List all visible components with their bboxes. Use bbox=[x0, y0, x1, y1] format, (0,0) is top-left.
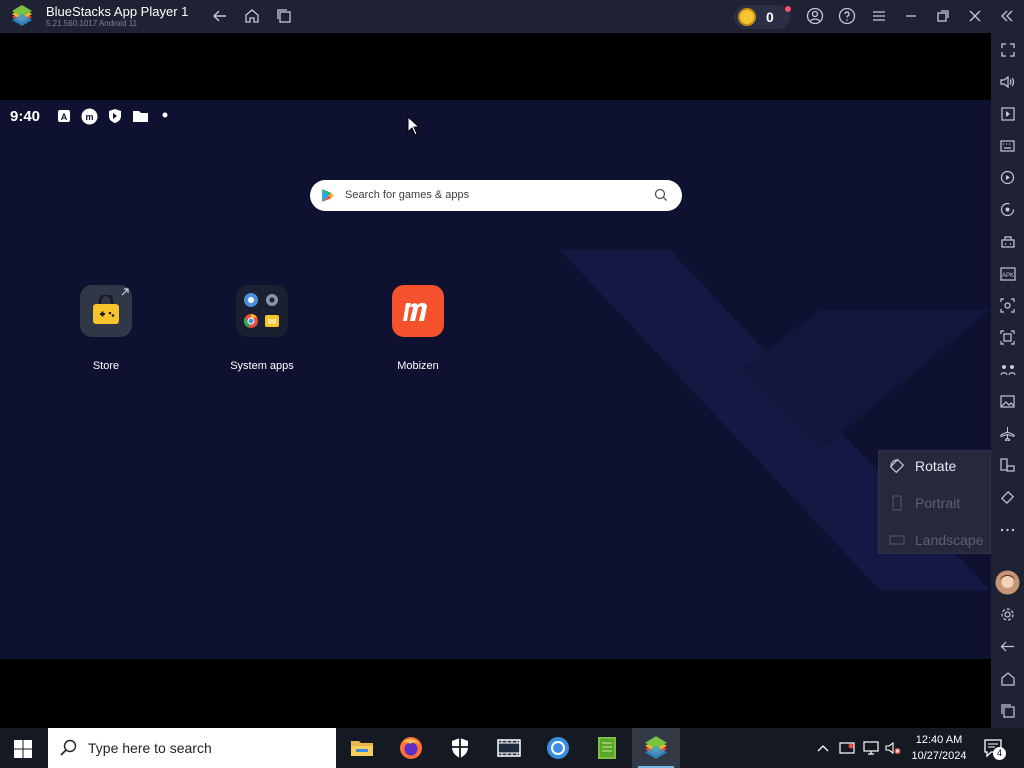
menu-icon[interactable] bbox=[869, 6, 889, 26]
show-hidden-icons-icon[interactable] bbox=[815, 740, 831, 756]
svg-text:APK: APK bbox=[1001, 273, 1013, 279]
store-icon bbox=[80, 285, 132, 337]
media-player-icon[interactable] bbox=[485, 728, 533, 768]
app-label: Store bbox=[92, 360, 120, 372]
settings-icon[interactable] bbox=[998, 605, 1017, 624]
search-placeholder: Search for games & apps bbox=[345, 189, 470, 201]
landscape-label: Landscape bbox=[915, 532, 984, 548]
android-screen[interactable]: 9:40 A m Search for games & apps Store S… bbox=[0, 100, 991, 659]
portrait-icon bbox=[892, 495, 902, 511]
app-label: Mobizen bbox=[397, 360, 439, 372]
windows-security-icon[interactable] bbox=[436, 728, 484, 768]
system-apps-folder-icon bbox=[236, 285, 288, 337]
rotate-menu: Rotate Portrait Landscape bbox=[878, 450, 991, 554]
minimize-icon[interactable] bbox=[901, 6, 921, 26]
clock-date: 10/27/2024 bbox=[911, 750, 967, 762]
rotate-menu-item-portrait: Portrait bbox=[889, 493, 989, 513]
svg-text:m: m bbox=[85, 112, 93, 122]
multi-instance-icon[interactable] bbox=[998, 232, 1017, 251]
eco-mode-icon[interactable] bbox=[998, 360, 1017, 379]
collapse-sidebar-icon[interactable] bbox=[997, 6, 1017, 26]
screen-bottom-bar bbox=[0, 659, 991, 728]
portrait-label: Portrait bbox=[915, 495, 961, 511]
sync-icon[interactable] bbox=[998, 200, 1017, 219]
record-screen-icon[interactable] bbox=[998, 328, 1017, 347]
taskbar-clock[interactable]: 12:40 AM 10/27/2024 bbox=[906, 732, 972, 764]
search-icon bbox=[60, 739, 77, 756]
svg-text:A: A bbox=[61, 112, 68, 122]
volume-icon[interactable] bbox=[998, 72, 1017, 91]
file-explorer-icon[interactable] bbox=[338, 728, 386, 768]
bluestacks-window: BlueStacks App Player 1 5.21.560.1017 An… bbox=[0, 0, 1024, 768]
firefox-icon[interactable] bbox=[387, 728, 435, 768]
media-manager-icon[interactable] bbox=[998, 104, 1017, 123]
notification-a-icon: A bbox=[58, 110, 70, 122]
search-bar[interactable]: Search for games & apps bbox=[310, 180, 682, 211]
airplane-mode-icon[interactable] bbox=[998, 424, 1017, 443]
mobizen-status-icon: m bbox=[81, 108, 98, 125]
notification-count-badge: 4 bbox=[993, 747, 1006, 760]
rotate-label: Rotate bbox=[915, 458, 957, 474]
windows-start-icon[interactable] bbox=[14, 740, 32, 758]
gallery-icon[interactable] bbox=[998, 392, 1017, 411]
android-recents-icon[interactable] bbox=[998, 701, 1017, 720]
landscape-icon bbox=[889, 535, 905, 545]
volume-muted-icon[interactable] bbox=[885, 740, 901, 756]
version-label: 5.21.560.1017 Android 11 bbox=[46, 19, 138, 28]
bluestacks-taskbar-icon[interactable] bbox=[632, 728, 680, 768]
mobizen-icon bbox=[392, 285, 444, 337]
notebook-app-icon[interactable] bbox=[583, 728, 631, 768]
more-options-icon[interactable] bbox=[998, 520, 1017, 539]
android-back-icon[interactable] bbox=[998, 637, 1017, 656]
google-play-icon bbox=[322, 189, 334, 202]
app-store[interactable]: Store bbox=[46, 285, 166, 372]
mouse-cursor-icon bbox=[407, 116, 419, 136]
search-icon[interactable] bbox=[654, 188, 668, 202]
coin-counter[interactable]: 0 bbox=[734, 5, 791, 29]
account-icon[interactable] bbox=[805, 6, 825, 26]
restore-icon[interactable] bbox=[933, 6, 953, 26]
taskbar-search-placeholder: Type here to search bbox=[88, 740, 212, 756]
screenshot-icon[interactable] bbox=[998, 296, 1017, 315]
keyboard-icon[interactable] bbox=[998, 136, 1017, 155]
title-bar: BlueStacks App Player 1 5.21.560.1017 An… bbox=[0, 0, 1024, 33]
shake-icon[interactable] bbox=[998, 488, 1017, 507]
app-system-apps[interactable]: System apps bbox=[202, 285, 322, 372]
play-protect-icon bbox=[109, 109, 121, 123]
right-sidebar: APK bbox=[991, 33, 1024, 728]
taskbar-search-box[interactable]: Type here to search bbox=[48, 728, 336, 768]
coin-count: 0 bbox=[766, 9, 774, 25]
rotate-screen-icon[interactable] bbox=[998, 456, 1017, 475]
tray-app-icon[interactable] bbox=[839, 740, 855, 756]
network-icon[interactable] bbox=[863, 740, 879, 756]
notification-dot bbox=[785, 6, 791, 12]
back-icon[interactable] bbox=[210, 6, 230, 26]
rotate-menu-item-landscape: Landscape bbox=[889, 530, 989, 550]
background-watermark bbox=[560, 250, 990, 590]
dot-icon bbox=[162, 112, 168, 118]
macro-icon[interactable] bbox=[998, 168, 1017, 187]
apk-install-icon[interactable]: APK bbox=[998, 264, 1017, 283]
status-time: 9:40 bbox=[10, 108, 41, 125]
windows-taskbar: Type here to search 12:40 AM 10/27/2024 … bbox=[0, 728, 1024, 768]
close-icon[interactable] bbox=[965, 6, 985, 26]
bluestacks-logo-icon bbox=[12, 5, 32, 26]
android-home-icon[interactable] bbox=[998, 669, 1017, 688]
app-label: System apps bbox=[230, 360, 294, 372]
app-mobizen[interactable]: Mobizen bbox=[358, 285, 478, 372]
chrome-icon[interactable] bbox=[534, 728, 582, 768]
coin-icon bbox=[738, 8, 756, 26]
rotate-menu-item-rotate[interactable]: Rotate bbox=[889, 456, 989, 476]
folder-icon bbox=[133, 111, 148, 122]
clock-time: 12:40 AM bbox=[915, 734, 963, 746]
recent-apps-icon[interactable] bbox=[274, 6, 294, 26]
fullscreen-icon[interactable] bbox=[998, 40, 1017, 59]
avatar[interactable] bbox=[995, 570, 1020, 595]
help-icon[interactable] bbox=[837, 6, 857, 26]
home-icon[interactable] bbox=[242, 6, 262, 26]
window-title: BlueStacks App Player 1 bbox=[46, 4, 189, 19]
rotate-icon bbox=[889, 458, 905, 474]
